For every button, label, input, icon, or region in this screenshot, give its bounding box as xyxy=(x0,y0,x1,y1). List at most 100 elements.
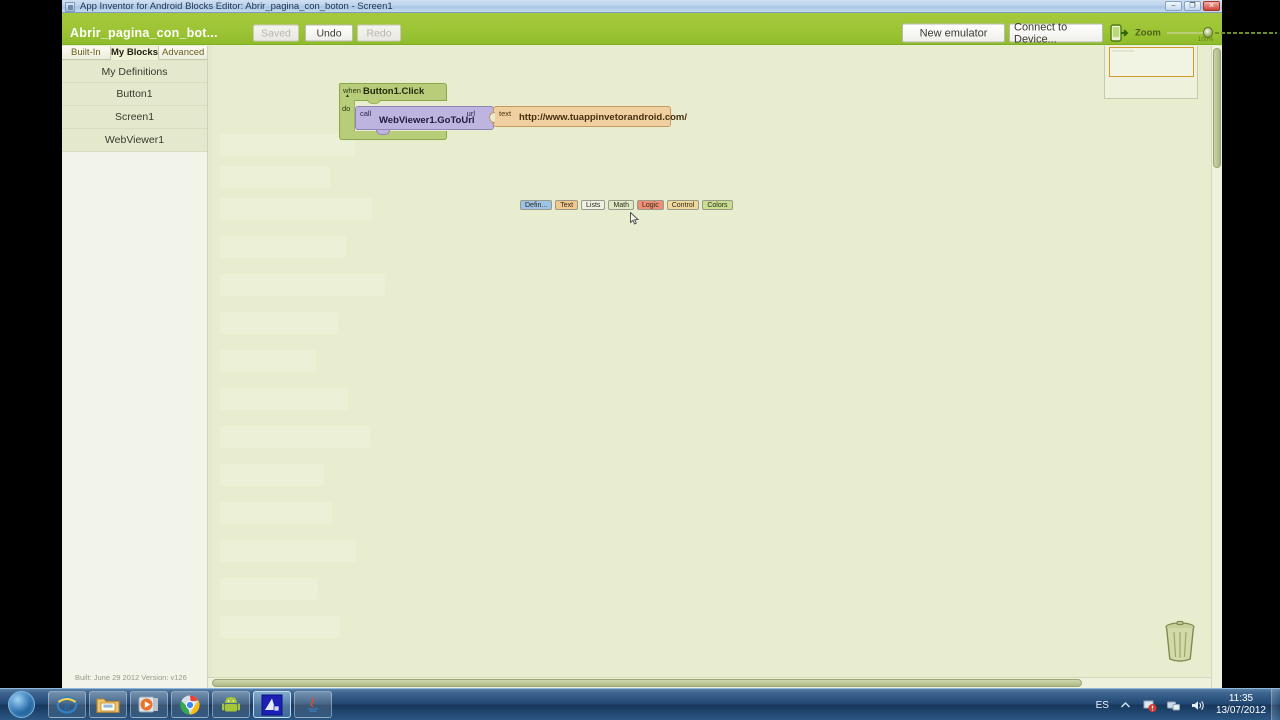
android-icon xyxy=(222,696,240,711)
block-call-socket-label: url xyxy=(466,109,475,118)
taskbar-media-player-icon[interactable] xyxy=(130,691,168,718)
ghost-block xyxy=(220,388,348,410)
block-call-webviewer-gotourl[interactable]: call WebViewer1.GoToUrl url xyxy=(355,106,498,135)
block-do-label: do xyxy=(342,104,351,113)
palette-drawer-list: My Definitions Button1 Screen1 WebViewer… xyxy=(62,60,207,152)
vertical-scroll-thumb[interactable] xyxy=(1213,48,1221,168)
redo-button[interactable]: Redo xyxy=(357,24,401,42)
mouse-cursor xyxy=(630,212,639,225)
chevron-up-icon[interactable] xyxy=(1118,698,1133,713)
taskbar-java-icon[interactable] xyxy=(294,691,332,718)
app-toolbar: Abrir_pagina_con_bot... Saved Undo Redo … xyxy=(62,13,1277,45)
taskbar-android-icon[interactable] xyxy=(212,691,250,718)
drawer-item-my-definitions[interactable]: My Definitions xyxy=(62,60,207,83)
canvas-minimap[interactable] xyxy=(1104,46,1198,99)
block-text-keyword: text xyxy=(499,109,512,118)
taskbar-google-chrome-icon[interactable] xyxy=(171,691,209,718)
canvas-horizontal-scrollbar[interactable] xyxy=(208,677,1211,688)
ghost-block xyxy=(220,312,338,334)
phone-connect-icon[interactable] xyxy=(1110,24,1130,42)
minimize-button[interactable]: – xyxy=(1165,1,1182,11)
restore-icon: ❐ xyxy=(1189,2,1196,10)
chip-lists[interactable]: Lists xyxy=(581,200,606,210)
tray-clock[interactable]: 11:35 13/07/2012 xyxy=(1216,693,1266,717)
zoom-percent-label: 100% xyxy=(1198,37,1214,43)
ghost-block xyxy=(220,134,355,156)
chip-logic[interactable]: Logic xyxy=(637,200,664,210)
blocks-palette-sidebar: Built-In My Blocks Advanced My Definitio… xyxy=(62,46,208,688)
canvas-drag-handle[interactable] xyxy=(208,46,212,685)
block-socket xyxy=(489,112,495,123)
connect-to-device-button[interactable]: Connect to Device... xyxy=(1009,21,1103,45)
taskbar-app-inventor-icon[interactable] xyxy=(253,691,291,718)
undo-button[interactable]: Undo xyxy=(305,24,353,42)
chip-control[interactable]: Control xyxy=(666,200,700,210)
collapse-caret-icon[interactable]: ▲ xyxy=(345,93,350,99)
minimap-viewport-rect[interactable] xyxy=(1109,47,1194,77)
blocks-canvas[interactable]: when ▲ Button1.Click do call WebViewer1.… xyxy=(208,46,1222,688)
tab-built-in[interactable]: Built-In xyxy=(62,46,111,60)
taskbar-app-buttons: e xyxy=(48,691,332,718)
desktop-screen: App Inventor for Android Blocks Editor: … xyxy=(0,0,1280,720)
block-when-title: Button1.Click xyxy=(363,86,425,97)
system-tray: ES 11:35 13/07/2012 xyxy=(1096,689,1266,720)
block-text-url[interactable]: text http://www.tuappinvetorandroid.com/ xyxy=(489,106,687,127)
tab-my-blocks[interactable]: My Blocks xyxy=(110,46,160,60)
ghost-block xyxy=(220,166,330,188)
volume-icon[interactable] xyxy=(1190,698,1205,713)
app-icon xyxy=(65,1,75,12)
tray-language-indicator[interactable]: ES xyxy=(1096,700,1109,711)
drawer-item-button1[interactable]: Button1 xyxy=(62,83,207,106)
close-button[interactable]: ✕ xyxy=(1203,1,1220,11)
action-center-icon[interactable] xyxy=(1142,698,1157,713)
build-version-label: Built: June 29 2012 Version: v126 xyxy=(75,673,187,682)
horizontal-scroll-thumb[interactable] xyxy=(212,679,1082,687)
window-controls: – ❐ ✕ xyxy=(1165,1,1220,11)
window-title: App Inventor for Android Blocks Editor: … xyxy=(80,1,393,12)
file-explorer-icon xyxy=(96,698,120,713)
ghost-block xyxy=(220,426,370,448)
block-call-keyword: call xyxy=(360,109,372,118)
block-text-value[interactable]: http://www.tuappinvetorandroid.com/ xyxy=(519,112,687,123)
ghost-block xyxy=(220,198,372,220)
chip-text[interactable]: Text xyxy=(555,200,579,210)
tab-advanced[interactable]: Advanced xyxy=(159,46,208,60)
app-inventor-window: App Inventor for Android Blocks Editor: … xyxy=(62,0,1277,688)
canvas-vertical-scrollbar[interactable] xyxy=(1211,46,1222,688)
chip-math[interactable]: Math xyxy=(608,200,634,210)
taskbar-internet-explorer-icon[interactable]: e xyxy=(48,691,86,718)
taskbar-file-explorer-icon[interactable] xyxy=(89,691,127,718)
zoom-slider[interactable]: 100% xyxy=(1167,27,1277,43)
windows-start-orb[interactable] xyxy=(8,691,35,718)
show-desktop-button[interactable] xyxy=(1271,689,1280,720)
svg-text:e: e xyxy=(64,698,70,713)
zoom-label: Zoom xyxy=(1135,27,1161,39)
block-when-footer xyxy=(339,131,447,140)
ghost-block xyxy=(220,350,316,372)
ghost-block xyxy=(220,540,356,562)
drawer-item-webviewer1[interactable]: WebViewer1 xyxy=(62,129,207,152)
ghost-block xyxy=(220,274,385,296)
minimize-icon: – xyxy=(1171,2,1176,10)
palette-tabs: Built-In My Blocks Advanced xyxy=(62,46,208,60)
ghost-block xyxy=(220,578,318,600)
window-title-bar: App Inventor for Android Blocks Editor: … xyxy=(62,0,1222,13)
internet-explorer-icon: e xyxy=(56,695,78,714)
app-inventor-icon xyxy=(261,694,283,715)
drawer-item-screen1[interactable]: Screen1 xyxy=(62,106,207,129)
project-name-label: Abrir_pagina_con_bot... xyxy=(70,26,218,40)
zoom-slider-track-filled xyxy=(1167,32,1207,34)
block-category-chips: Defin... Text Lists Math Logic Control C… xyxy=(520,200,733,210)
new-emulator-button[interactable]: New emulator xyxy=(902,23,1005,43)
saved-button[interactable]: Saved xyxy=(253,24,299,42)
ghost-block xyxy=(220,616,340,638)
editor-body: Built-In My Blocks Advanced My Definitio… xyxy=(62,46,1222,688)
chip-definitions[interactable]: Defin... xyxy=(520,200,553,210)
trash-can-icon[interactable] xyxy=(1160,619,1200,663)
restore-button[interactable]: ❐ xyxy=(1184,1,1201,11)
chip-colors[interactable]: Colors xyxy=(702,200,733,210)
tray-time: 11:35 xyxy=(1228,693,1254,704)
network-icon[interactable] xyxy=(1166,698,1181,713)
ghost-block xyxy=(220,464,324,486)
google-chrome-icon xyxy=(180,695,200,715)
